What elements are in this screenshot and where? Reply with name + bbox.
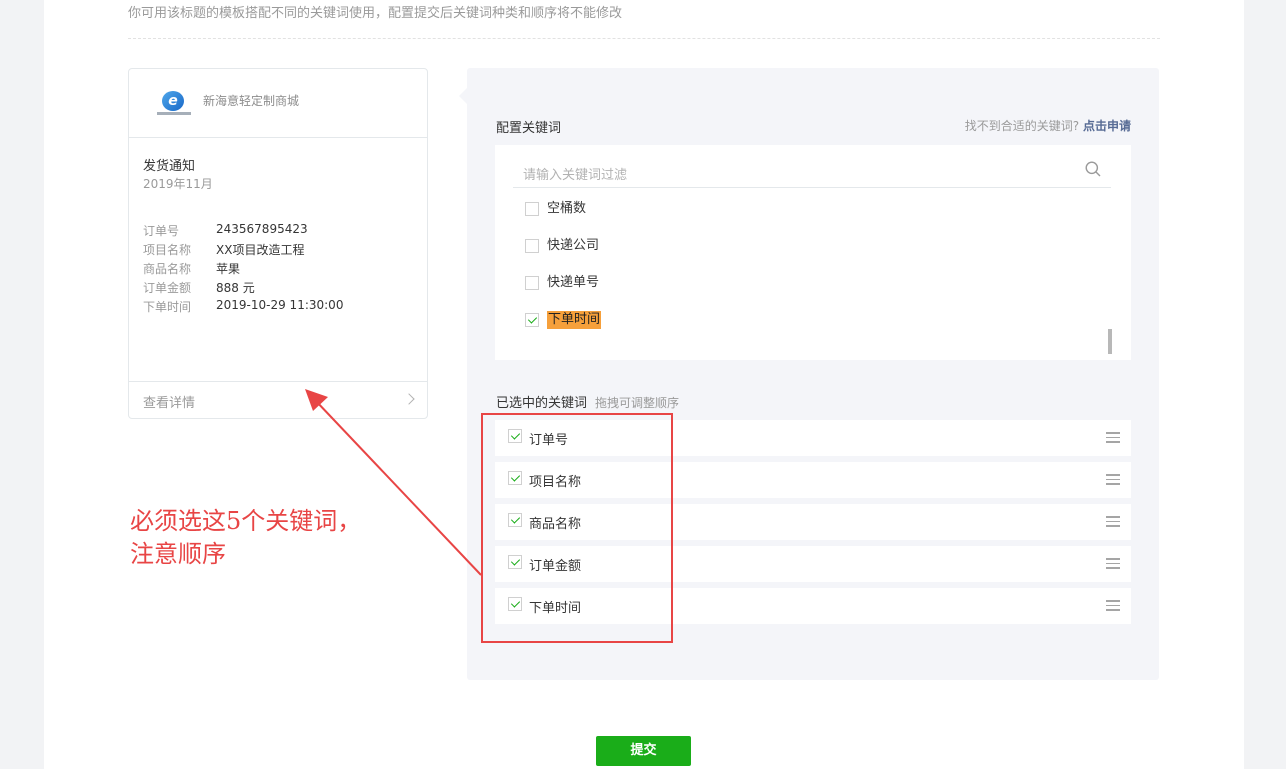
- field-value: 苹果: [216, 262, 241, 276]
- preview-card-header: e 新海意轻定制商城: [129, 69, 427, 138]
- preview-card: e 新海意轻定制商城 发货通知 2019年11月 订单号 243567895423…: [128, 68, 428, 419]
- keyword-list-scrollbar[interactable]: [1108, 329, 1112, 354]
- annotation-line-1: 必须选这5个关键词，: [130, 507, 362, 535]
- checkbox[interactable]: [525, 276, 539, 290]
- field-key: 商品名称: [143, 262, 192, 276]
- preview-fields: 订单号 243567895423 项目名称 XX项目改造工程 商品名称 苹果 订单金额…: [143, 222, 343, 317]
- preview-date: 2019年11月: [143, 177, 213, 191]
- submit-button[interactable]: 提交: [596, 736, 691, 766]
- keyword-option-label: 下单时间: [547, 311, 602, 329]
- keyword-option[interactable]: 空桶数: [525, 200, 601, 237]
- keyword-option-label: 快递单号: [547, 275, 600, 290]
- view-details-link[interactable]: 查看详情: [129, 381, 427, 418]
- field-key: 订单金额: [143, 281, 192, 295]
- drag-handle-icon[interactable]: [1106, 432, 1120, 443]
- apply-keyword-link[interactable]: 点击申请: [1083, 119, 1131, 133]
- checkbox-checked[interactable]: [525, 313, 539, 327]
- checkbox[interactable]: [525, 202, 539, 216]
- drag-handle-icon[interactable]: [1106, 474, 1120, 485]
- search-placeholder: 请输入关键词过滤: [523, 168, 628, 183]
- view-details-label: 查看详情: [143, 396, 196, 411]
- selected-title: 已选中的关键词: [496, 396, 588, 411]
- field-value: 243567895423: [216, 222, 308, 236]
- field-key: 订单号: [143, 224, 180, 238]
- keyword-search-input[interactable]: 请输入关键词过滤: [513, 150, 1111, 188]
- template-hint: 你可用该标题的模板搭配不同的关键词使用，配置提交后关键词种类和顺序将不能修改: [128, 6, 623, 21]
- field-value: 888 元: [216, 281, 255, 295]
- drag-handle-icon[interactable]: [1106, 600, 1120, 611]
- field-value: 2019-10-29 11:30:00: [216, 298, 344, 312]
- panel-pointer: [459, 88, 467, 104]
- drag-handle-icon[interactable]: [1106, 516, 1120, 527]
- preview-field-row: 项目名称 XX项目改造工程: [143, 241, 343, 260]
- preview-title: 发货通知: [143, 159, 196, 174]
- preview-field-row: 商品名称 苹果: [143, 260, 343, 279]
- apply-keyword-help: 找不到合适的关键词? 点击申请: [965, 117, 1131, 134]
- page-container: 你可用该标题的模板搭配不同的关键词使用，配置提交后关键词种类和顺序将不能修改 e…: [44, 0, 1244, 769]
- keyword-option[interactable]: 快递单号: [525, 274, 601, 311]
- annotation-text: 必须选这5个关键词， 注意顺序: [130, 505, 361, 571]
- field-key: 项目名称: [143, 243, 192, 257]
- keyword-option[interactable]: 下单时间: [525, 311, 602, 348]
- shop-logo-icon: e: [157, 91, 191, 119]
- search-icon[interactable]: [1085, 161, 1101, 177]
- field-key: 下单时间: [143, 300, 192, 314]
- annotation-highlight-box: [481, 413, 673, 643]
- divider: [128, 38, 1160, 39]
- selected-keywords-label: 已选中的关键词 拖拽可调整顺序: [496, 392, 679, 411]
- shop-name: 新海意轻定制商城: [203, 94, 300, 108]
- annotation-line-2: 注意顺序: [130, 540, 226, 568]
- checkbox[interactable]: [525, 239, 539, 253]
- keyword-options: 空桶数 快递公司 快递单号 下单时间: [525, 200, 602, 348]
- config-keywords-label: 配置关键词: [496, 121, 562, 136]
- field-value: XX项目改造工程: [216, 243, 305, 257]
- drag-hint: 拖拽可调整顺序: [595, 396, 680, 410]
- preview-field-row: 下单时间 2019-10-29 11:30:00: [143, 298, 343, 317]
- apply-help-text: 找不到合适的关键词?: [964, 119, 1080, 133]
- drag-handle-icon[interactable]: [1106, 558, 1120, 569]
- preview-field-row: 订单金额 888 元: [143, 279, 343, 298]
- keyword-option-label: 快递公司: [547, 238, 600, 253]
- chevron-right-icon: [403, 393, 415, 405]
- keyword-option[interactable]: 快递公司: [525, 237, 601, 274]
- keyword-picker: 请输入关键词过滤 空桶数 快递公司 快递单号 下单时间: [495, 145, 1131, 360]
- preview-field-row: 订单号 243567895423: [143, 222, 343, 241]
- keyword-option-label: 空桶数: [547, 201, 587, 216]
